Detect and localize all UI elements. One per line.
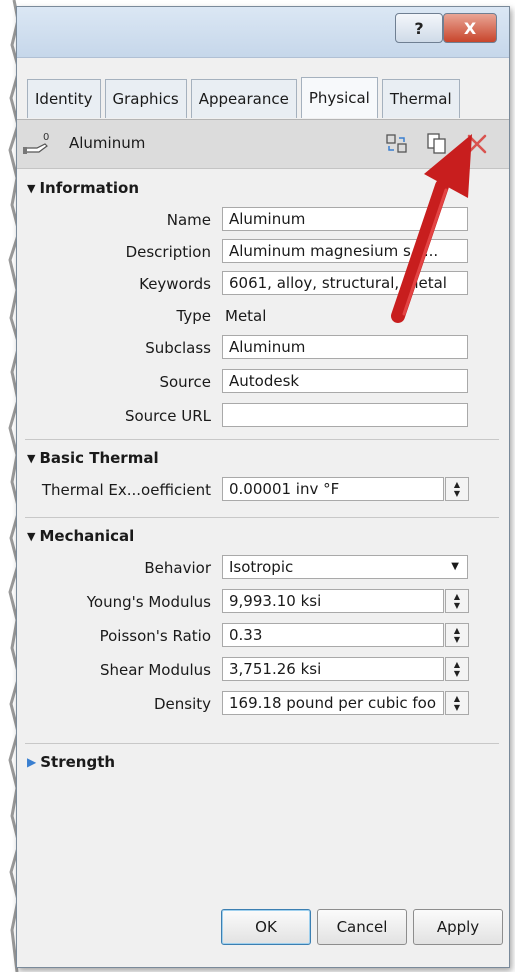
material-hand-icon: 0 xyxy=(23,130,55,158)
expanded-triangle-icon: ▼ xyxy=(27,451,36,465)
expanded-triangle-icon: ▼ xyxy=(27,181,36,195)
density-field[interactable]: 169.18 pound per cubic foo xyxy=(222,691,444,715)
svg-text:0: 0 xyxy=(43,132,49,143)
divider xyxy=(25,743,499,744)
row-youngs-modulus: Young's Modulus 9,993.10 ksi ▲ ▼ xyxy=(17,589,509,615)
tab-thermal[interactable]: Thermal xyxy=(381,79,460,118)
help-button[interactable]: ? xyxy=(395,13,443,43)
window-close-button[interactable]: X xyxy=(443,13,497,43)
tab-graphics[interactable]: Graphics xyxy=(104,79,187,118)
source-field[interactable]: Autodesk xyxy=(222,369,468,393)
expanded-triangle-icon: ▼ xyxy=(27,529,36,543)
tab-strip: Identity Graphics Appearance Physical Th… xyxy=(27,77,460,119)
source-url-field[interactable] xyxy=(222,403,468,427)
material-name: Aluminum xyxy=(69,134,146,152)
poissons-ratio-field[interactable]: 0.33 xyxy=(222,623,444,647)
subclass-field[interactable]: Aluminum xyxy=(222,335,468,359)
density-stepper[interactable]: ▲ ▼ xyxy=(445,691,469,715)
shear-modulus-field[interactable]: 3,751.26 ksi xyxy=(222,657,444,681)
thermal-expansion-stepper[interactable]: ▲ ▼ xyxy=(445,477,469,501)
thermal-expansion-field[interactable]: 0.00001 inv °F xyxy=(222,477,444,501)
row-source-url: Source URL xyxy=(17,403,509,429)
row-behavior: Behavior Isotropic ▼ xyxy=(17,555,509,581)
behavior-select[interactable]: Isotropic ▼ xyxy=(222,555,468,579)
annotation-arrow-icon xyxy=(391,134,472,323)
row-source: Source Autodesk xyxy=(17,369,509,395)
youngs-modulus-field[interactable]: 9,993.10 ksi xyxy=(222,589,444,613)
divider xyxy=(25,517,499,518)
row-thermal-expansion: Thermal Ex...oefficient 0.00001 inv °F ▲… xyxy=(17,477,509,503)
ok-button[interactable]: OK xyxy=(221,909,311,945)
collapsed-triangle-icon: ▶ xyxy=(27,755,37,769)
youngs-modulus-stepper[interactable]: ▲ ▼ xyxy=(445,589,469,613)
type-value: Metal xyxy=(225,307,267,325)
row-density: Density 169.18 pound per cubic foo ▲ ▼ xyxy=(17,691,509,717)
poissons-ratio-stepper[interactable]: ▲ ▼ xyxy=(445,623,469,647)
row-shear-modulus: Shear Modulus 3,751.26 ksi ▲ ▼ xyxy=(17,657,509,683)
section-mechanical[interactable]: ▼ Mechanical xyxy=(27,527,134,545)
shear-modulus-stepper[interactable]: ▲ ▼ xyxy=(445,657,469,681)
apply-button[interactable]: Apply xyxy=(413,909,503,945)
tab-appearance[interactable]: Appearance xyxy=(190,79,297,118)
dropdown-arrow-icon: ▼ xyxy=(451,561,459,572)
divider xyxy=(25,439,499,440)
row-poissons-ratio: Poisson's Ratio 0.33 ▲ ▼ xyxy=(17,623,509,649)
title-bar: ? X xyxy=(17,7,509,58)
tab-identity[interactable]: Identity xyxy=(27,79,101,118)
row-subclass: Subclass Aluminum xyxy=(17,335,509,361)
tab-physical[interactable]: Physical xyxy=(300,77,378,118)
cancel-button[interactable]: Cancel xyxy=(317,909,407,945)
section-basic-thermal[interactable]: ▼ Basic Thermal xyxy=(27,449,159,467)
section-information[interactable]: ▼ Information xyxy=(27,179,139,197)
section-strength[interactable]: ▶ Strength xyxy=(27,753,115,771)
